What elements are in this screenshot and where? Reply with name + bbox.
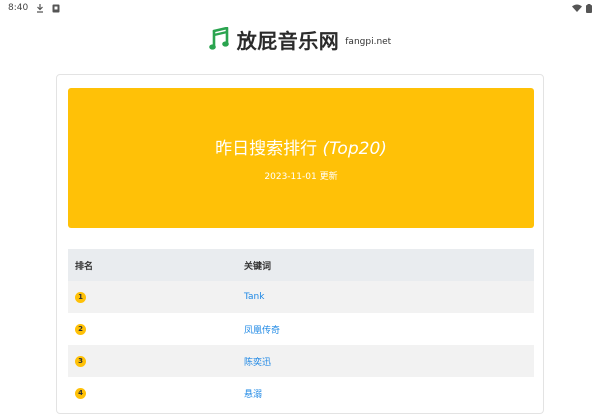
- site-name[interactable]: 放屁音乐网: [237, 25, 340, 54]
- ranking-table: 排名 关键词 1 Tank 2 凤凰传奇 3 陈奕迅 4 悬溺: [68, 249, 534, 409]
- ranking-title: 昨日搜索排行 (Top20): [215, 134, 387, 159]
- keyword-link[interactable]: 凤凰传奇: [244, 326, 280, 336]
- site-header[interactable]: 放屁音乐网 fangpi.net: [0, 18, 600, 60]
- rank-badge: 3: [75, 355, 86, 367]
- column-header-keyword: 关键词: [237, 249, 534, 281]
- keyword-link[interactable]: Tank: [244, 292, 264, 302]
- status-left: 8:40: [8, 3, 60, 13]
- column-header-rank: 排名: [68, 249, 237, 281]
- ranking-updated-date: 2023-11-01 更新: [264, 172, 338, 182]
- battery-icon: [586, 3, 592, 13]
- download-icon: [36, 3, 44, 13]
- status-time: 8:40: [8, 3, 29, 13]
- table-row: 4 悬溺: [68, 377, 534, 409]
- keyword-link[interactable]: 陈奕迅: [244, 358, 271, 368]
- keyword-link[interactable]: 悬溺: [244, 390, 262, 400]
- rank-badge: 1: [75, 291, 86, 303]
- ranking-title-suffix: (Top20): [322, 139, 387, 159]
- table-row: 2 凤凰传奇: [68, 313, 534, 345]
- wifi-icon: [572, 4, 582, 12]
- table-row: 3 陈奕迅: [68, 345, 534, 377]
- ranking-banner: 昨日搜索排行 (Top20) 2023-11-01 更新: [68, 88, 534, 228]
- ranking-title-main: 昨日搜索排行: [215, 139, 318, 159]
- status-bar: 8:40: [0, 0, 600, 16]
- music-note-icon: [208, 27, 231, 51]
- rank-badge: 4: [75, 387, 86, 399]
- site-domain: fangpi.net: [345, 37, 392, 47]
- notification-icon: [52, 4, 60, 13]
- status-right: [572, 3, 592, 13]
- ranking-card: 昨日搜索排行 (Top20) 2023-11-01 更新 排名 关键词 1 Ta…: [56, 74, 544, 414]
- rank-badge: 2: [75, 323, 86, 335]
- table-row: 1 Tank: [68, 281, 534, 313]
- table-header-row: 排名 关键词: [68, 249, 534, 281]
